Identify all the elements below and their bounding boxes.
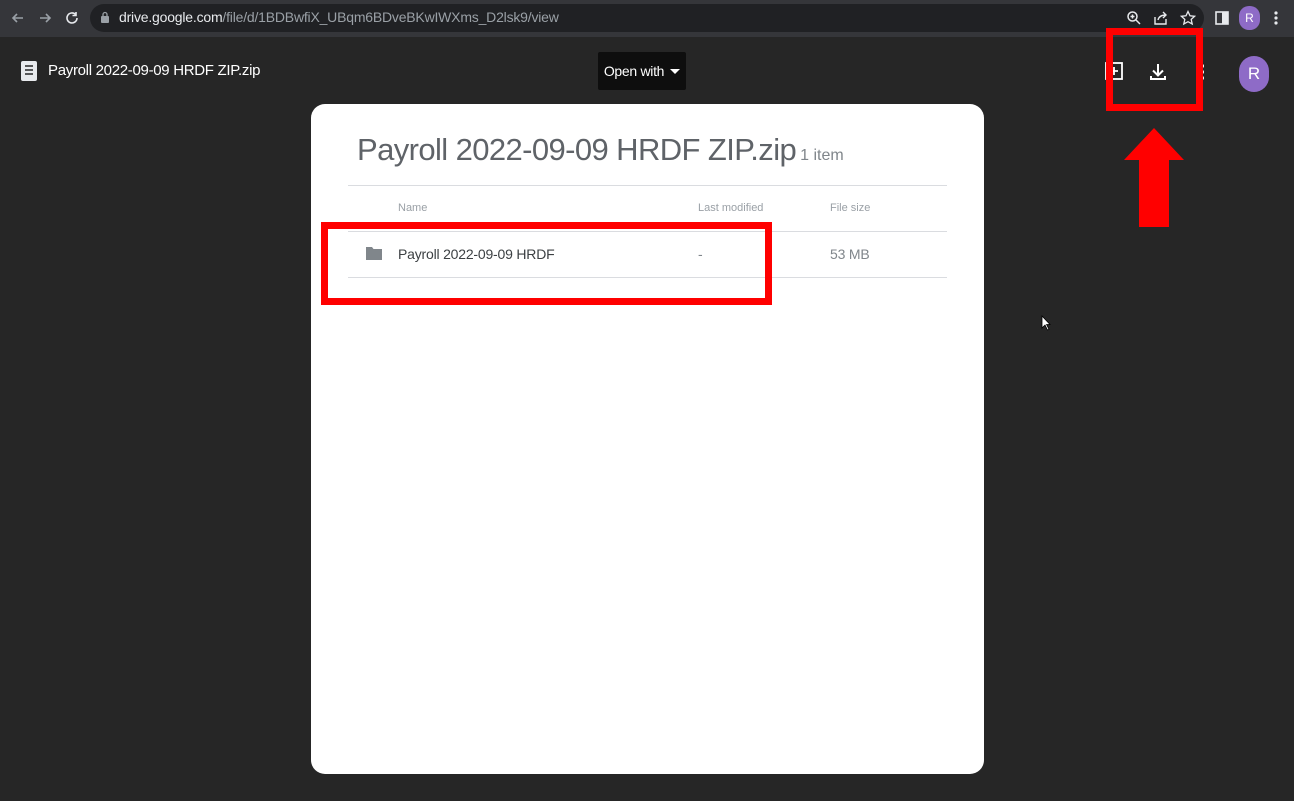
- viewer-header: Payroll 2022-09-09 HRDF ZIP.zip Open wit…: [0, 37, 1294, 107]
- forward-icon[interactable]: [33, 6, 57, 30]
- item-count: 1 item: [800, 147, 844, 164]
- browser-menu-icon[interactable]: [1266, 8, 1286, 28]
- back-icon[interactable]: [6, 6, 30, 30]
- browser-toolbar: drive.google.com/file/d/1BDBwfiX_UBqm6BD…: [0, 0, 1294, 37]
- column-header-name: Name: [398, 202, 428, 214]
- bookmark-star-icon[interactable]: [1178, 8, 1198, 28]
- row-size: 53 MB: [830, 246, 870, 262]
- account-avatar[interactable]: R: [1239, 56, 1269, 92]
- file-title: Payroll 2022-09-09 HRDF ZIP.zip: [48, 62, 261, 79]
- divider: [348, 185, 947, 186]
- share-icon[interactable]: [1151, 8, 1171, 28]
- archive-preview-panel: Payroll 2022-09-09 HRDF ZIP.zip 1 item Na…: [311, 104, 984, 774]
- chevron-down-icon: [670, 68, 681, 74]
- profile-avatar[interactable]: R: [1239, 6, 1260, 30]
- column-header-size: File size: [830, 202, 871, 214]
- url-text: drive.google.com/file/d/1BDBwfiX_UBqm6BD…: [119, 9, 559, 25]
- archive-title: Payroll 2022-09-09 HRDF ZIP.zip 1 item: [357, 132, 844, 168]
- side-panel-icon[interactable]: [1212, 8, 1232, 28]
- zoom-icon[interactable]: [1124, 8, 1144, 28]
- open-with-button[interactable]: Open with: [598, 52, 686, 90]
- up-arrow-icon: [1124, 128, 1184, 232]
- mouse-cursor-icon: [1041, 314, 1051, 336]
- lock-icon: [100, 11, 110, 29]
- column-header-modified: Last modified: [698, 202, 764, 214]
- reload-icon[interactable]: [60, 6, 84, 30]
- archive-name: Payroll 2022-09-09 HRDF ZIP.zip: [357, 132, 797, 167]
- file-type-icon: [20, 60, 38, 87]
- highlight-box-download: [1106, 28, 1203, 111]
- open-with-label: Open with: [603, 63, 665, 79]
- highlight-box-folder-row: [321, 222, 772, 305]
